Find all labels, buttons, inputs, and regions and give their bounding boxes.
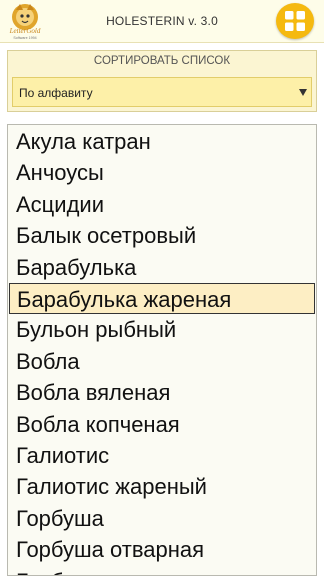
list-item[interactable]: Горбуша отварная	[9, 534, 315, 565]
list-item[interactable]: Вобла вяленая	[9, 377, 315, 408]
food-list[interactable]: Акула катран Анчоусы Асцидии Балык осетровы…	[7, 124, 317, 576]
list-item[interactable]: Анчоусы	[9, 157, 315, 188]
list-item[interactable]: Барабулька	[9, 252, 315, 283]
list-item[interactable]: Горбуша соленая	[9, 566, 315, 575]
app-header: LetterGold Software 1994 HOLESTERIN v. 3…	[0, 0, 324, 43]
sort-dropdown[interactable]: По алфавиту	[12, 77, 312, 107]
menu-button[interactable]	[276, 3, 314, 39]
list-item-selected[interactable]: Барабулька жареная	[9, 283, 315, 314]
sort-selected-value: По алфавиту	[19, 86, 93, 100]
list-item[interactable]: Асцидии	[9, 189, 315, 220]
list-item[interactable]: Балык осетровый	[9, 220, 315, 251]
list-item[interactable]: Акула катран	[9, 126, 315, 157]
dropdown-arrow-icon	[299, 89, 307, 96]
grid-icon	[285, 11, 305, 31]
sort-label: СОРТИРОВАТЬ СПИСОК	[93, 55, 231, 67]
list-item[interactable]: Галиотис	[9, 440, 315, 471]
list-item[interactable]: Бульон рыбный	[9, 314, 315, 345]
list-item[interactable]: Галиотис жареный	[9, 471, 315, 502]
list-item[interactable]: Горбуша	[9, 503, 315, 534]
list-item[interactable]: Вобла копченая	[9, 409, 315, 440]
list-item[interactable]: Вобла	[9, 346, 315, 377]
sort-panel: СОРТИРОВАТЬ СПИСОК По алфавиту	[7, 50, 317, 112]
